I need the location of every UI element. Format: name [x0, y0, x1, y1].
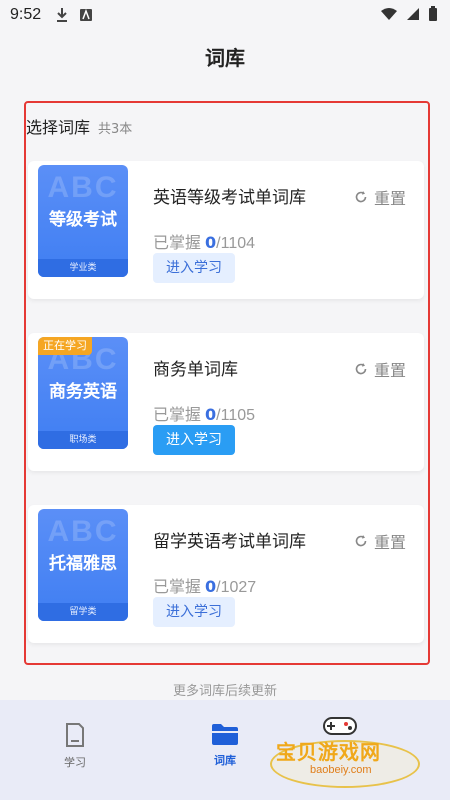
refresh-icon: [355, 191, 367, 203]
start-learning-button[interactable]: 进入学习: [153, 597, 235, 627]
cover-category: 学业类: [38, 259, 128, 277]
nav-item-library[interactable]: 词库: [195, 722, 255, 768]
cover-watermark-text: ABC: [47, 171, 119, 204]
cover-title: 商务英语: [49, 382, 117, 402]
refresh-icon: [355, 535, 367, 547]
cover-watermark-text: ABC: [47, 515, 119, 548]
status-time: 9:52: [10, 6, 42, 23]
watermark-text: 宝贝游戏网: [276, 740, 381, 764]
status-bar: 9:52: [0, 0, 450, 30]
reset-button[interactable]: 重置: [354, 357, 406, 381]
reset-button[interactable]: 重置: [354, 529, 406, 553]
more-coming-note: 更多词库后续更新: [172, 684, 277, 699]
refresh-icon: [355, 363, 367, 375]
site-watermark: 宝贝游戏网 baobeiy.com: [270, 712, 430, 788]
mastery-progress: 已掌握 0/1105: [153, 401, 255, 425]
reset-button[interactable]: 重置: [354, 185, 406, 209]
currently-learning-badge: 正在学习: [38, 337, 92, 355]
library-card[interactable]: ABC 正在学习 商务英语 职场类 商务单词库 重置 已掌握 0/1105 进入学…: [28, 333, 424, 471]
progress-label: 已掌握: [153, 405, 202, 424]
library-name: 留学英语考试单词库: [153, 532, 306, 552]
library-cover: ABC 托福雅思 留学类: [38, 509, 128, 621]
watermark-url: baobeiy.com: [310, 764, 372, 776]
section-title: 选择词库: [26, 118, 91, 137]
reset-label: 重置: [373, 361, 406, 380]
page-title: 词库: [205, 46, 245, 70]
library-card[interactable]: ABC 等级考试 学业类 英语等级考试单词库 重置 已掌握 0/1104 进入学习: [28, 161, 424, 299]
mastery-progress: 已掌握 0/1104: [153, 229, 255, 253]
mastery-progress: 已掌握 0/1027: [153, 573, 256, 597]
progress-label: 已掌握: [153, 577, 202, 596]
library-count: 共3本: [98, 122, 133, 137]
mastered-count: 0: [205, 233, 217, 252]
library-name: 商务单词库: [153, 360, 238, 380]
reset-label: 重置: [373, 533, 406, 552]
mastered-count: 0: [205, 405, 217, 424]
cover-title: 等级考试: [49, 210, 117, 230]
library-name: 英语等级考试单词库: [153, 188, 306, 208]
document-icon: [66, 723, 84, 747]
cover-category: 留学类: [38, 603, 128, 621]
reset-label: 重置: [373, 189, 406, 208]
mastered-count: 0: [205, 577, 217, 596]
cover-category: 职场类: [38, 431, 128, 449]
gamepad-icon: [323, 717, 357, 735]
nav-label: 学习: [64, 756, 86, 769]
start-learning-button[interactable]: 进入学习: [153, 425, 235, 455]
battery-icon: [429, 6, 437, 21]
library-cover: ABC 正在学习 商务英语 职场类: [38, 337, 128, 449]
progress-label: 已掌握: [153, 233, 202, 252]
nav-label: 词库: [214, 754, 236, 767]
nav-item-study[interactable]: 学习: [45, 722, 105, 770]
wifi-icon: [381, 8, 397, 20]
start-learning-button[interactable]: 进入学习: [153, 253, 235, 283]
section-header: 选择词库 共3本: [26, 114, 132, 138]
app-notification-icon: [80, 8, 93, 21]
total-count: /1027: [216, 579, 257, 596]
library-cover: ABC 等级考试 学业类: [38, 165, 128, 277]
download-icon: [57, 8, 68, 22]
signal-icon: [407, 8, 419, 20]
cover-title: 托福雅思: [49, 554, 117, 574]
library-card[interactable]: ABC 托福雅思 留学类 留学英语考试单词库 重置 已掌握 0/1027 进入学习: [28, 505, 424, 643]
total-count: /1104: [216, 235, 256, 252]
total-count: /1105: [216, 407, 256, 424]
folder-icon: [212, 724, 238, 745]
